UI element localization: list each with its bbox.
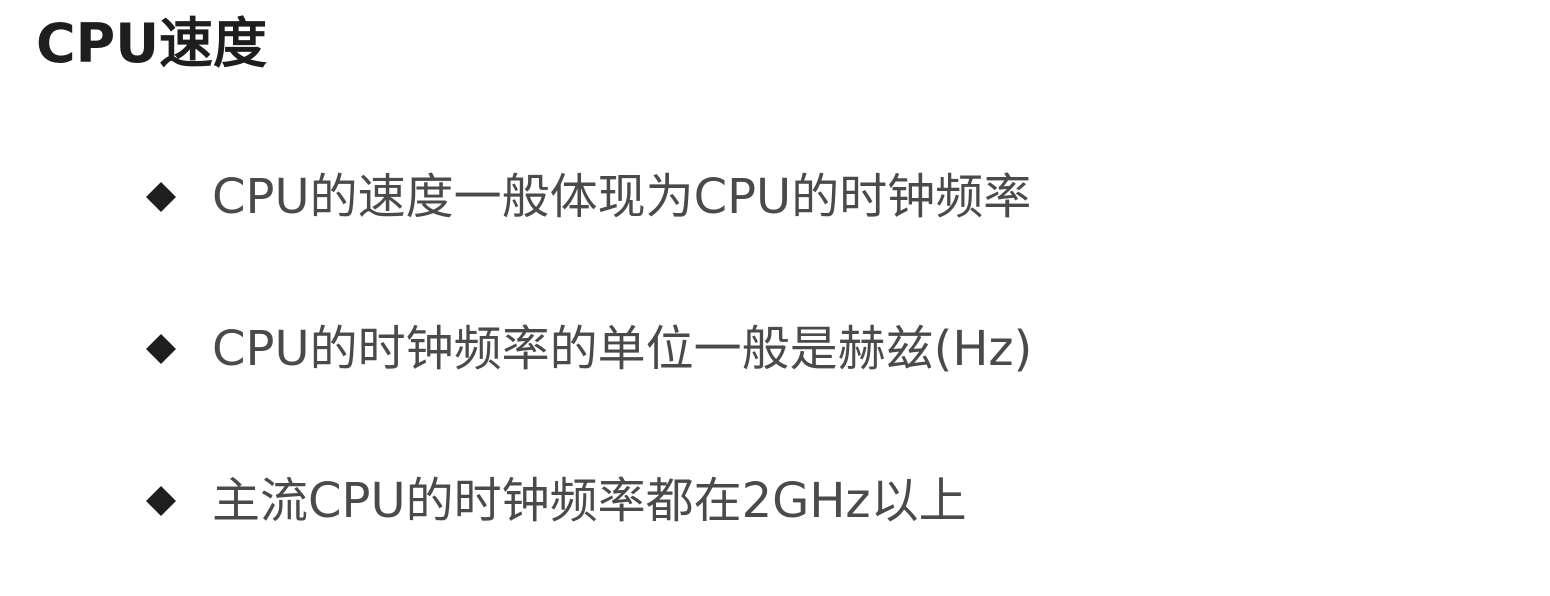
diamond-bullet-icon [146,334,176,364]
bullet-text: 主流CPU的时钟频率都在2GHz以上 [212,473,967,529]
diamond-bullet-icon [146,486,176,516]
slide-title: CPU速度 [36,12,268,75]
bullet-item: CPU的时钟频率的单位一般是赫兹(Hz) [146,312,1032,386]
bullet-item: 主流CPU的时钟频率都在2GHz以上 [146,464,1032,538]
bullet-text: CPU的时钟频率的单位一般是赫兹(Hz) [212,321,1033,377]
bullet-item: CPU的速度一般体现为CPU的时钟频率 [146,160,1032,234]
diamond-bullet-icon [146,182,176,212]
bullet-list: CPU的速度一般体现为CPU的时钟频率 CPU的时钟频率的单位一般是赫兹(Hz)… [146,160,1032,538]
bullet-text: CPU的速度一般体现为CPU的时钟频率 [212,169,1032,225]
